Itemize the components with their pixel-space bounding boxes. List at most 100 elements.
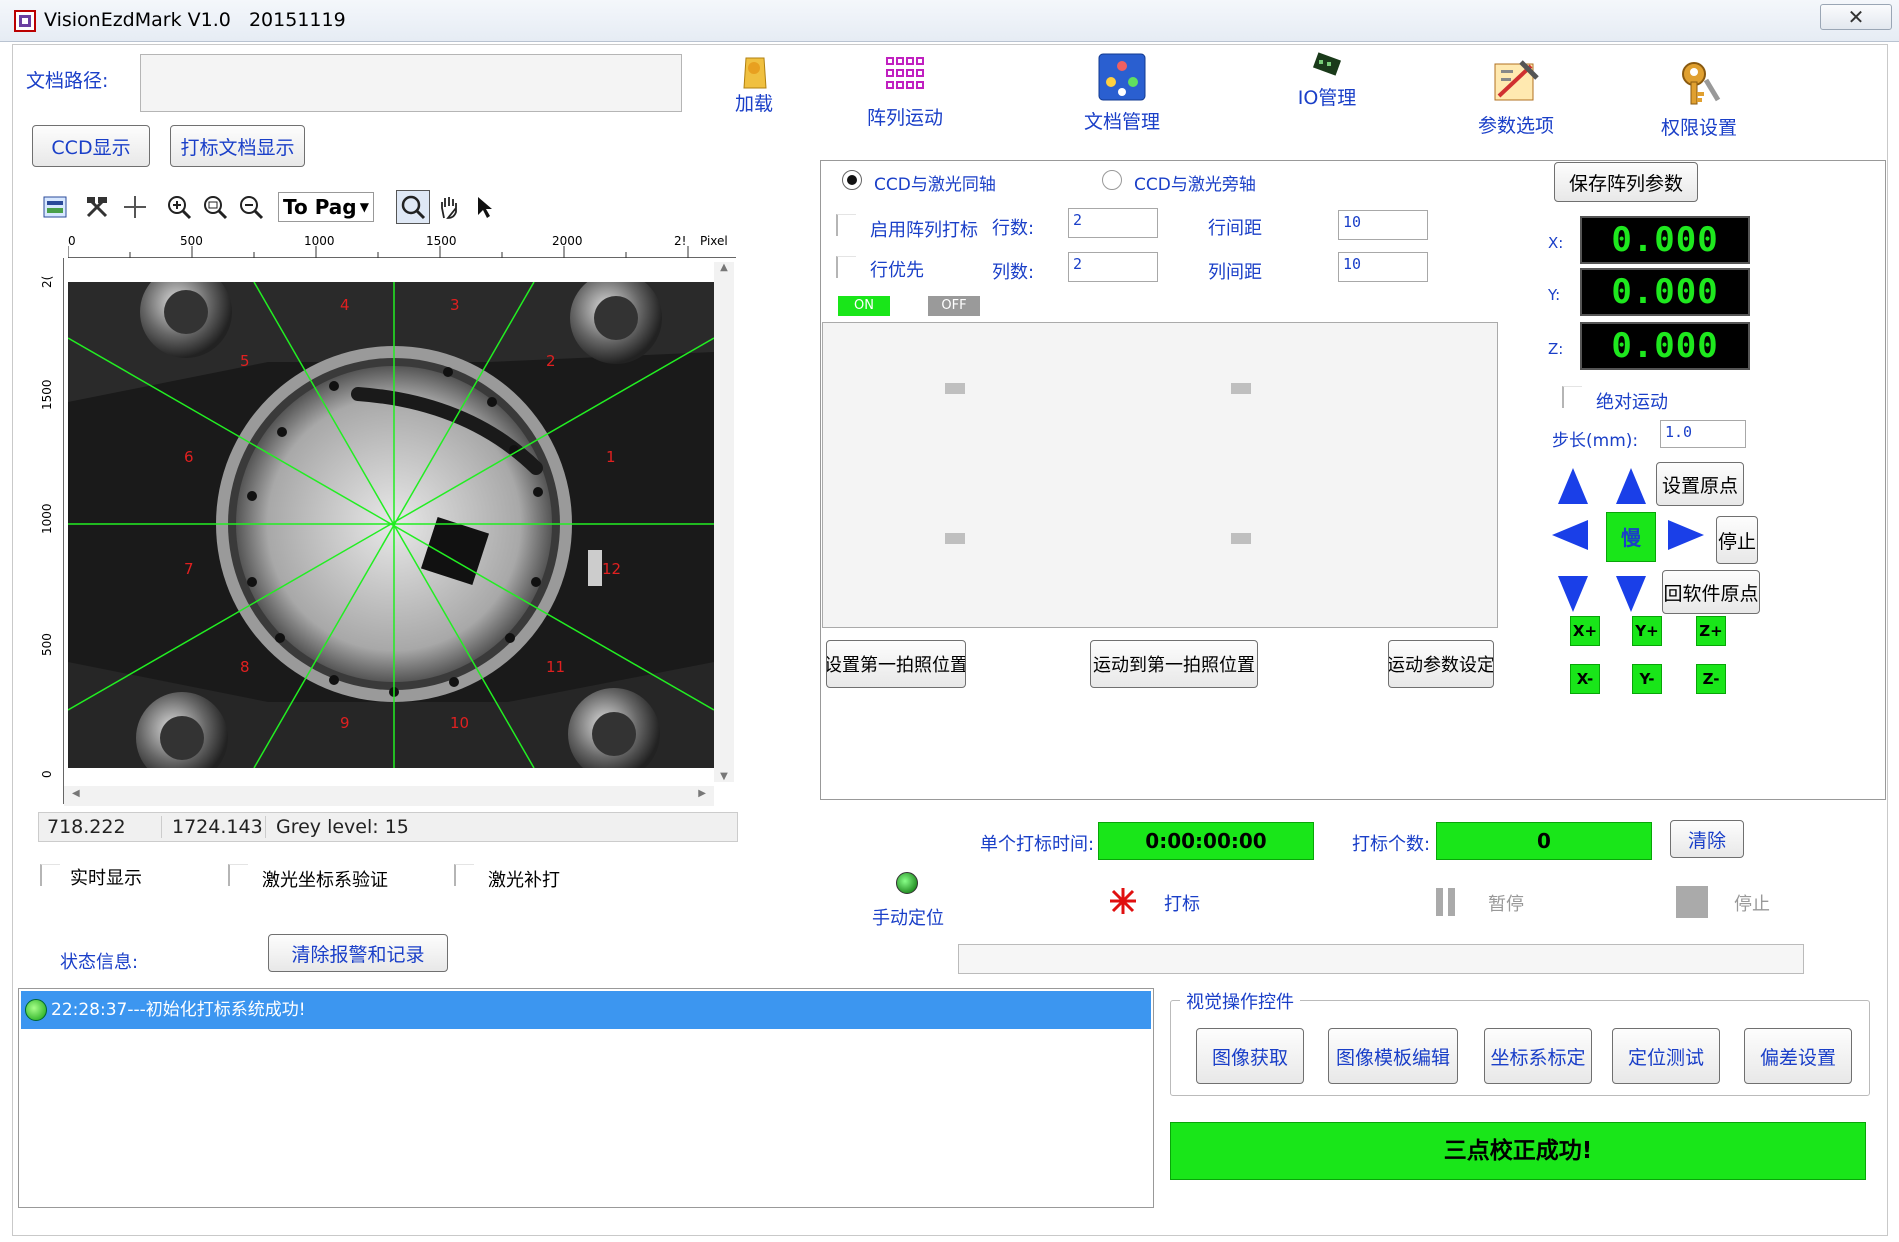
viewer-status-bar: 718.222 1724.143 Grey level: 15 — [38, 812, 738, 842]
log-list[interactable]: 22:28:37---初始化打标系统成功! — [18, 988, 1154, 1208]
viewer-label: 12 — [602, 560, 621, 578]
load-button[interactable]: 加载 — [724, 52, 784, 116]
pause-icon[interactable] — [1434, 886, 1458, 918]
mark-doc-display-button[interactable]: 打标文档显示 — [170, 125, 305, 167]
load-label: 加载 — [734, 93, 773, 115]
ccd-display-button[interactable]: CCD显示 — [32, 125, 150, 167]
set-origin-button[interactable]: 设置原点 — [1656, 462, 1744, 506]
doc-manage-button[interactable]: 文档管理 — [1074, 52, 1170, 134]
params-icon — [1494, 60, 1539, 101]
enable-array-label: 启用阵列打标 — [870, 220, 978, 241]
rows-input[interactable]: 2 — [1068, 208, 1158, 238]
radio-coaxial[interactable] — [842, 170, 862, 190]
zoom-out-icon[interactable] — [236, 192, 266, 222]
scroll-left-icon[interactable]: ◀ — [72, 788, 80, 799]
array-motion-label: 阵列运动 — [866, 107, 943, 129]
pointer-icon[interactable] — [470, 192, 500, 222]
permission-button[interactable]: 权限设置 — [1650, 60, 1748, 140]
save-array-params-button[interactable]: 保存阵列参数 — [1554, 162, 1698, 202]
cols-label: 列数: — [992, 262, 1035, 283]
on-indicator[interactable]: ON — [838, 296, 890, 316]
realtime-checkbox[interactable] — [40, 864, 60, 886]
io-manage-icon — [1312, 52, 1342, 76]
scroll-up-icon[interactable]: ▲ — [714, 262, 734, 273]
log-entry-text: 22:28:37---初始化打标系统成功! — [51, 1000, 306, 1020]
col-spacing-label: 列间距 — [1208, 262, 1262, 283]
y-plus-button[interactable]: Y+ — [1632, 616, 1662, 646]
realtime-label: 实时显示 — [70, 868, 142, 889]
page-dropdown[interactable]: To Pag ▼ — [278, 192, 374, 222]
row-priority-checkbox[interactable] — [836, 256, 856, 278]
log-entry[interactable]: 22:28:37---初始化打标系统成功! — [21, 991, 1151, 1029]
mark-count-display: 0 — [1436, 822, 1652, 860]
laser-coord-checkbox[interactable] — [228, 864, 248, 886]
arrow-down-icon[interactable] — [1556, 574, 1590, 614]
permission-label: 权限设置 — [1660, 117, 1737, 139]
z-minus-button[interactable]: Z- — [1696, 664, 1726, 694]
arrow-right-icon[interactable] — [1666, 518, 1706, 552]
row-spacing-input[interactable]: 10 — [1338, 210, 1428, 240]
locate-test-button[interactable]: 定位测试 — [1612, 1028, 1720, 1084]
crosshair-icon[interactable] — [120, 192, 150, 222]
zoom-fit-icon[interactable] — [200, 192, 230, 222]
x-minus-button[interactable]: X- — [1570, 664, 1600, 694]
stop-label[interactable]: 停止 — [1734, 890, 1770, 916]
image-capture-button[interactable]: 图像获取 — [1196, 1028, 1304, 1084]
arrow-up-icon[interactable] — [1614, 466, 1648, 506]
clear-count-button[interactable]: 清除 — [1670, 820, 1744, 858]
step-input[interactable]: 1.0 — [1660, 420, 1746, 448]
io-manage-button[interactable]: IO管理 — [1282, 52, 1372, 110]
hand-pan-icon[interactable] — [434, 192, 464, 222]
array-motion-button[interactable]: 阵列运动 — [860, 54, 950, 130]
zoom-in-icon[interactable] — [164, 192, 194, 222]
mark-label[interactable]: 打标 — [1164, 890, 1200, 916]
close-button[interactable]: ✕ — [1820, 4, 1892, 30]
pause-label[interactable]: 暂停 — [1488, 890, 1524, 916]
radio-side[interactable] — [1102, 170, 1122, 190]
stop-motion-button[interactable]: 停止 — [1716, 516, 1758, 564]
stop-icon[interactable] — [1676, 886, 1708, 918]
magnifier-select-icon[interactable] — [396, 190, 430, 224]
viewer-horizontal-scrollbar[interactable]: ◀ ▶ — [64, 786, 714, 806]
off-indicator[interactable]: OFF — [928, 296, 980, 316]
manual-locate-label[interactable]: 手动定位 — [872, 904, 944, 930]
enable-array-checkbox[interactable] — [836, 214, 856, 236]
rows-label: 行数: — [992, 218, 1035, 239]
manual-locate-icon[interactable] — [896, 872, 918, 894]
window-title: VisionEzdMark V1.0 20151119 — [44, 9, 346, 31]
slow-speed-button[interactable]: 慢 — [1606, 512, 1656, 562]
absolute-motion-checkbox[interactable] — [1562, 386, 1582, 408]
x-plus-button[interactable]: X+ — [1570, 616, 1600, 646]
arrow-up-icon[interactable] — [1556, 466, 1590, 506]
doc-path-field[interactable] — [140, 54, 682, 112]
params-button[interactable]: 参数选项 — [1464, 56, 1568, 138]
laser-fill-checkbox[interactable] — [454, 864, 474, 886]
cursor-x-value: 718.222 — [47, 816, 126, 838]
success-icon — [25, 999, 47, 1021]
offset-settings-button[interactable]: 偏差设置 — [1744, 1028, 1852, 1084]
viewer-vertical-scrollbar[interactable]: ▲ ▼ — [714, 262, 734, 782]
scroll-down-icon[interactable]: ▼ — [714, 771, 734, 782]
back-soft-origin-button[interactable]: 回软件原点 — [1662, 570, 1760, 614]
laser-mark-icon[interactable] — [1108, 886, 1138, 916]
set-first-photo-button[interactable]: 设置第一拍照位置 — [826, 640, 966, 688]
clear-alarm-button[interactable]: 清除报警和记录 — [268, 934, 448, 972]
image-template-edit-button[interactable]: 图像模板编辑 — [1328, 1028, 1458, 1084]
motion-params-button[interactable]: 运动参数设定 — [1388, 640, 1494, 688]
cols-input[interactable]: 2 — [1068, 252, 1158, 282]
arrow-left-icon[interactable] — [1550, 518, 1590, 552]
radio-side-label: CCD与激光旁轴 — [1134, 175, 1256, 195]
camera-image-viewer[interactable]: 1 2 3 4 5 6 7 8 9 10 11 12 — [68, 282, 714, 768]
layout-icon[interactable] — [40, 192, 70, 222]
viewer-label: 8 — [240, 658, 250, 676]
tools-icon[interactable] — [82, 192, 112, 222]
y-minus-button[interactable]: Y- — [1632, 664, 1662, 694]
col-spacing-input[interactable]: 10 — [1338, 252, 1428, 282]
arrow-down-icon[interactable] — [1614, 574, 1648, 614]
move-first-photo-button[interactable]: 运动到第一拍照位置 — [1090, 640, 1258, 688]
array-cell — [1231, 383, 1251, 394]
coord-calibration-button[interactable]: 坐标系标定 — [1484, 1028, 1592, 1084]
scroll-right-icon[interactable]: ▶ — [698, 788, 706, 799]
viewer-label: 2 — [546, 352, 556, 370]
z-plus-button[interactable]: Z+ — [1696, 616, 1726, 646]
